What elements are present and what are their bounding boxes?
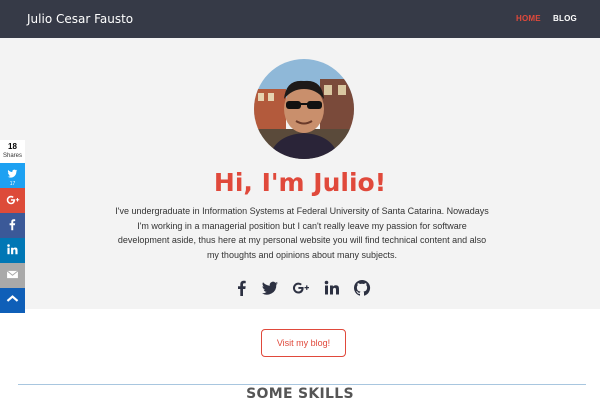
google-plus-icon[interactable] — [292, 279, 310, 297]
email-icon — [6, 270, 19, 279]
nav-link-blog[interactable]: BLOG — [553, 14, 577, 23]
share-more-button[interactable] — [0, 288, 25, 313]
twitter-icon[interactable] — [261, 279, 279, 297]
nav-link-home[interactable]: HOME — [516, 14, 541, 23]
share-linkedin-button[interactable] — [0, 238, 25, 263]
section-divider — [18, 384, 586, 385]
share-google-plus-button[interactable] — [0, 188, 25, 213]
visit-blog-button[interactable]: Visit my blog! — [261, 329, 346, 357]
navbar: Julio Cesar Fausto HOME BLOG — [0, 0, 600, 38]
social-links — [0, 279, 600, 299]
facebook-icon — [9, 219, 16, 231]
hero-headline: Hi, I'm Julio! — [213, 168, 387, 197]
site-brand[interactable]: Julio Cesar Fausto — [27, 12, 133, 26]
facebook-icon[interactable] — [233, 279, 251, 297]
share-count-label: Shares — [2, 153, 22, 159]
sumo-share-icon — [6, 295, 19, 302]
share-count: 18 Shares — [0, 140, 25, 163]
share-bar: 18 Shares 17 — [0, 140, 25, 313]
share-facebook-button[interactable] — [0, 213, 25, 238]
twitter-share-count: 17 — [9, 181, 16, 187]
share-twitter-button[interactable]: 17 — [0, 163, 25, 188]
share-email-button[interactable] — [0, 263, 25, 288]
profile-avatar — [254, 59, 354, 159]
twitter-icon — [7, 169, 18, 178]
share-count-number: 18 — [8, 142, 17, 151]
linkedin-icon — [7, 244, 18, 255]
google-plus-icon — [6, 195, 20, 205]
hero-intro-text: I've undergraduate in Information System… — [115, 206, 489, 260]
skills-section-title: SOME SKILLS — [246, 386, 354, 400]
github-icon[interactable] — [353, 279, 371, 297]
linkedin-icon[interactable] — [323, 279, 341, 297]
